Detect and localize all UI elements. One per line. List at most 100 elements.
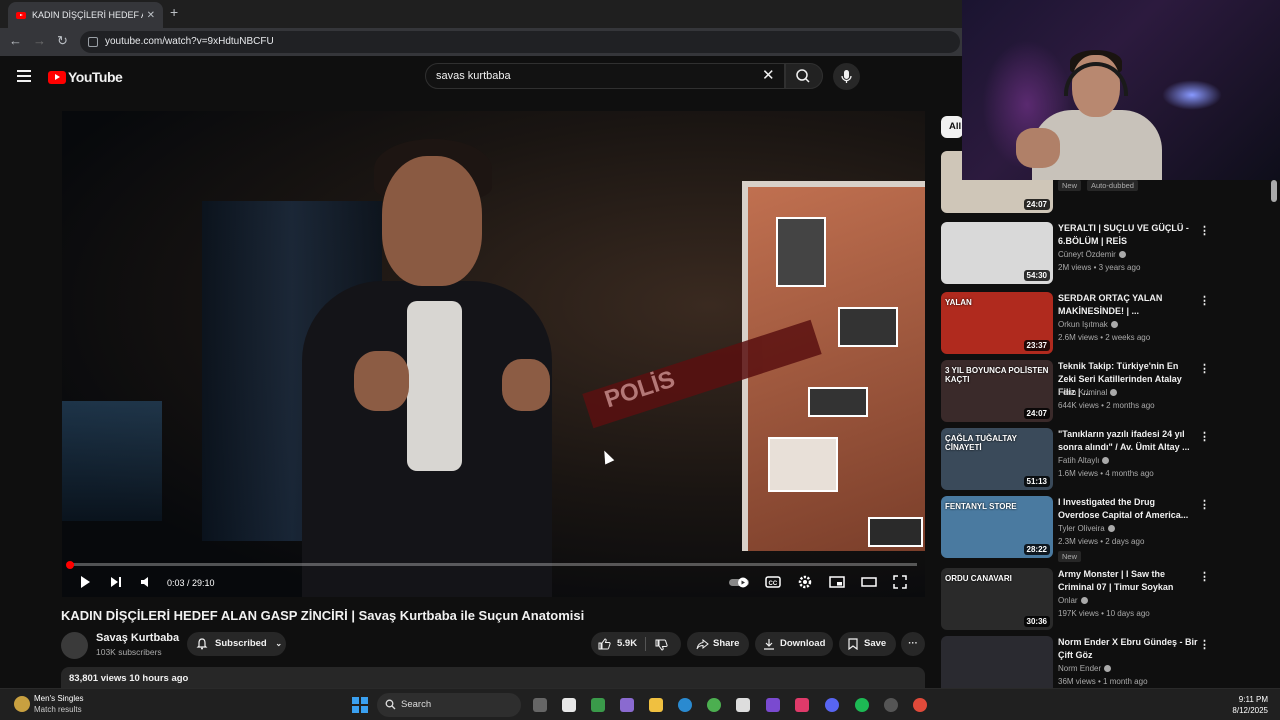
voice-search-button[interactable] bbox=[833, 63, 860, 90]
chip-all[interactable]: All bbox=[941, 116, 963, 138]
settings-gear-icon[interactable] bbox=[798, 575, 812, 589]
file-explorer-icon[interactable] bbox=[649, 698, 663, 712]
progress-bar[interactable] bbox=[70, 563, 917, 566]
more-vert-icon[interactable]: ⋮ bbox=[1199, 430, 1210, 443]
more-vert-icon[interactable]: ⋮ bbox=[1199, 638, 1210, 651]
store-icon[interactable] bbox=[736, 698, 750, 712]
recommendation-title[interactable]: "Tanıkların yazılı ifadesi 24 yıl sonra … bbox=[1058, 428, 1198, 454]
recommendation-title[interactable]: YERALTI | SUÇLU VE GÜÇLÜ - 6.BÖLÜM | REİ… bbox=[1058, 222, 1198, 248]
recommendation-channel[interactable]: Onlar bbox=[1058, 596, 1088, 605]
chrome-icon[interactable] bbox=[707, 698, 721, 712]
site-info-icon[interactable] bbox=[88, 37, 98, 47]
system-clock[interactable]: 9:11 PM 8/12/2025 bbox=[1226, 694, 1268, 716]
more-vert-icon[interactable]: ⋮ bbox=[1199, 570, 1210, 583]
taskbar-search[interactable]: Search bbox=[377, 693, 521, 717]
recommendation-item[interactable]: 54:30 YERALTI | SUÇLU VE GÜÇLÜ - 6.BÖLÜM … bbox=[941, 222, 1221, 284]
recommendation-channel[interactable]: Orkun Işıtmak bbox=[1058, 320, 1118, 329]
search-clear-icon[interactable]: ✕ bbox=[762, 66, 775, 84]
recommendation-item[interactable]: ORDU CANAVARI 30:36 Army Monster | I Saw t… bbox=[941, 568, 1221, 630]
download-label: Download bbox=[780, 638, 826, 649]
play-icon[interactable] bbox=[78, 575, 92, 589]
channel-name[interactable]: Savaş Kurtbaba bbox=[96, 632, 179, 644]
save-button[interactable]: Save bbox=[839, 632, 896, 656]
discord-icon[interactable] bbox=[825, 698, 839, 712]
clock-time: 9:11 PM bbox=[1238, 695, 1268, 704]
tab-close-icon[interactable]: ✕ bbox=[147, 10, 155, 21]
video-player[interactable]: POLİS 0:03 / 29:10 CC bbox=[62, 111, 925, 597]
forward-button[interactable]: → bbox=[33, 33, 46, 48]
windows-start-icon[interactable] bbox=[352, 697, 368, 713]
page-scrollbar[interactable] bbox=[1271, 180, 1277, 202]
recommendation-thumbnail[interactable]: ORDU CANAVARI 30:36 bbox=[941, 568, 1053, 630]
notepad-icon[interactable] bbox=[562, 698, 576, 712]
channel-name-text: Cüneyt Özdemir bbox=[1058, 250, 1116, 259]
thumbs-down-icon[interactable] bbox=[655, 639, 668, 651]
next-icon[interactable] bbox=[109, 575, 123, 589]
recommendation-title[interactable]: SERDAR ORTAÇ YALAN MAKİNESİNDE! | ... bbox=[1058, 292, 1198, 318]
address-bar[interactable]: youtube.com/watch?v=9xHdtuNBCFU bbox=[80, 31, 960, 53]
more-actions-button[interactable]: ··· bbox=[901, 632, 925, 656]
recommendation-channel[interactable]: Tyler Oliveira bbox=[1058, 524, 1115, 533]
edge-icon[interactable] bbox=[678, 698, 692, 712]
download-button[interactable]: Download bbox=[755, 632, 833, 656]
recommendation-meta: 36M views • 1 month ago bbox=[1058, 677, 1148, 686]
share-button[interactable]: Share bbox=[687, 632, 749, 656]
recommendation-channel[interactable]: Foon Kriminal bbox=[1058, 388, 1118, 397]
new-tab-button[interactable]: + bbox=[170, 4, 178, 20]
spotify-icon[interactable] bbox=[855, 698, 869, 712]
app-icon[interactable] bbox=[766, 698, 780, 712]
more-vert-icon[interactable]: ⋮ bbox=[1199, 224, 1210, 237]
bookmark-icon bbox=[848, 638, 858, 650]
recommendation-thumbnail[interactable]: 3 YIL BOYUNCA POLİSTEN KAÇTI 24:07 bbox=[941, 360, 1053, 422]
news-widget-icon[interactable] bbox=[14, 696, 30, 712]
like-count[interactable]: 5.9K bbox=[617, 632, 637, 656]
fullscreen-icon[interactable] bbox=[893, 575, 907, 589]
recommendation-thumbnail[interactable]: FENTANYL STORE 28:22 bbox=[941, 496, 1053, 558]
duration-badge: 24:07 bbox=[1023, 199, 1050, 210]
thumbnail-text: 3 YIL BOYUNCA POLİSTEN KAÇTI bbox=[945, 366, 1049, 384]
news-widget-subtitle[interactable]: Match results bbox=[34, 705, 82, 714]
search-button[interactable] bbox=[785, 63, 823, 89]
recommendation-title[interactable]: Norm Ender X Ebru Gündeş - Bir Çift Göz bbox=[1058, 636, 1198, 662]
volume-icon[interactable] bbox=[139, 575, 153, 589]
recommendation-item[interactable]: 3 YIL BOYUNCA POLİSTEN KAÇTI 24:07 Teknik … bbox=[941, 360, 1221, 422]
phone-link-icon[interactable] bbox=[591, 698, 605, 712]
theater-mode-icon[interactable] bbox=[861, 575, 877, 589]
more-vert-icon[interactable]: ⋮ bbox=[1199, 362, 1210, 375]
verified-check-icon bbox=[1110, 321, 1118, 329]
miniplayer-icon[interactable] bbox=[829, 575, 845, 589]
menu-icon[interactable] bbox=[17, 70, 31, 85]
reload-button[interactable]: ↻ bbox=[57, 33, 68, 49]
verified-check-icon bbox=[1110, 389, 1118, 397]
recommendation-channel[interactable]: Fatih Altaylı bbox=[1058, 456, 1110, 465]
recommendation-item[interactable]: FENTANYL STORE 28:22 I Investigated the Dr… bbox=[941, 496, 1221, 562]
app-icon[interactable] bbox=[795, 698, 809, 712]
youtube-logo[interactable]: YouTube bbox=[48, 69, 123, 85]
recommendation-thumbnail[interactable]: ÇAĞLA TUĞALTAY CİNAYETİ 51:13 bbox=[941, 428, 1053, 490]
copilot-icon[interactable] bbox=[620, 698, 634, 712]
recommendation-title[interactable]: Army Monster | I Saw the Criminal 07 | T… bbox=[1058, 568, 1198, 594]
search-input[interactable]: savas kurtbaba bbox=[425, 63, 785, 89]
browser-tab[interactable]: KADIN DİŞÇİLERİ HEDEF ALAN ✕ bbox=[8, 2, 163, 28]
subscribed-button[interactable]: Subscribed ⌄ bbox=[187, 632, 286, 656]
captions-icon[interactable]: CC bbox=[765, 575, 781, 589]
recommendation-meta: 2M views • 3 years ago bbox=[1058, 263, 1141, 272]
more-vert-icon[interactable]: ⋮ bbox=[1199, 294, 1210, 307]
chrome-profile-icon[interactable] bbox=[913, 698, 927, 712]
scrubber-handle[interactable] bbox=[66, 561, 74, 569]
recommendation-channel[interactable]: Cüneyt Özdemir bbox=[1058, 250, 1126, 259]
news-widget-title[interactable]: Men's Singles bbox=[34, 694, 84, 703]
recommendation-title[interactable]: I Investigated the Drug Overdose Capital… bbox=[1058, 496, 1198, 522]
channel-avatar[interactable] bbox=[61, 632, 88, 659]
task-view-icon[interactable] bbox=[533, 698, 547, 712]
more-vert-icon[interactable]: ⋮ bbox=[1199, 498, 1210, 511]
back-button[interactable]: ← bbox=[9, 33, 22, 48]
autoplay-toggle-icon[interactable] bbox=[728, 575, 752, 589]
obs-icon[interactable] bbox=[884, 698, 898, 712]
recommendation-item[interactable]: ÇAĞLA TUĞALTAY CİNAYETİ 51:13 "Tanıkların … bbox=[941, 428, 1221, 490]
recommendation-channel[interactable]: Norm Ender bbox=[1058, 664, 1112, 673]
recommendation-item[interactable]: YALAN 23:37 SERDAR ORTAÇ YALAN MAKİNESİNDE… bbox=[941, 292, 1221, 354]
recommendation-thumbnail[interactable]: YALAN 23:37 bbox=[941, 292, 1053, 354]
recommendation-thumbnail[interactable]: 54:30 bbox=[941, 222, 1053, 284]
thumbs-up-icon[interactable] bbox=[598, 638, 611, 650]
